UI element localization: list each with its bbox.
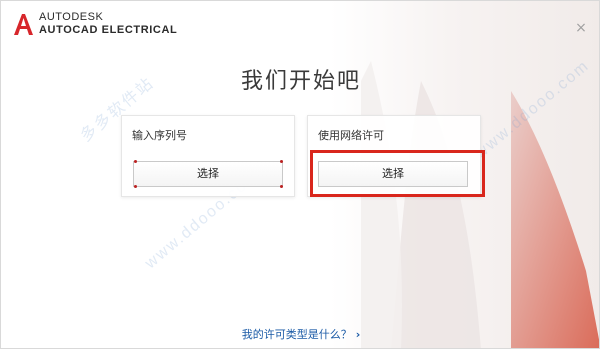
network-license-card: 使用网络许可 选择 — [307, 115, 481, 197]
license-type-link[interactable]: 我的许可类型是什么？ › — [1, 326, 599, 342]
marker-dot — [134, 160, 137, 163]
license-type-link-text[interactable]: 我的许可类型是什么？ — [242, 328, 352, 341]
autodesk-logo-icon — [14, 14, 33, 35]
network-license-label: 使用网络许可 — [318, 129, 384, 142]
page-title: 我们开始吧 — [240, 69, 361, 94]
brand-product: AUTOCAD ELECTRICAL — [39, 24, 178, 36]
marker-dot — [134, 185, 137, 188]
installer-window: 多多软件站 www.ddooo.com www.ddooo.com AUTODE… — [0, 0, 600, 349]
serial-number-label: 输入序列号 — [132, 129, 187, 142]
marker-dot — [280, 185, 283, 188]
network-license-select-button[interactable]: 选择 — [318, 161, 468, 187]
chevron-right-icon: › — [355, 328, 361, 341]
serial-number-card: 输入序列号 选择 — [121, 115, 295, 197]
marker-dot — [280, 160, 283, 163]
serial-number-select-button[interactable]: 选择 — [133, 161, 283, 187]
brand-company: AUTODESK — [39, 11, 104, 23]
header: AUTODESK AUTOCAD ELECTRICAL × — [1, 1, 599, 45]
close-button[interactable]: × — [574, 21, 588, 35]
